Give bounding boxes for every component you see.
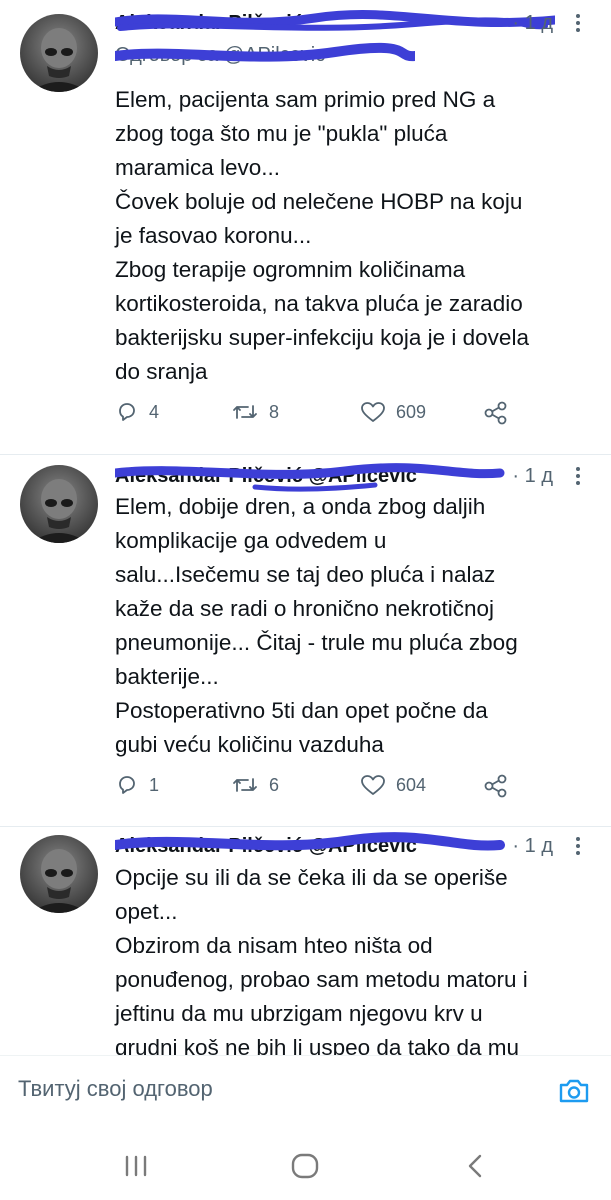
tweet-text-line: grudni koš ne bih li uspeo da tako da mu (115, 1035, 520, 1055)
like-count: 609 (396, 401, 427, 422)
retweet-button[interactable]: 6 (231, 773, 279, 797)
heart-icon (361, 402, 385, 422)
tweet-text-line: kaže da se radi o hronično nekrotičnoj (115, 596, 494, 621)
tweet-actions: 1 6 604 (115, 773, 515, 803)
retweet-button[interactable]: 8 (231, 400, 279, 424)
tweet-text-line: bakterijsku super-infekciju koja je i do… (115, 325, 529, 350)
tweet-text-line: Obzirom da nisam hteo ništa od (115, 933, 433, 958)
tweet-time: · 1 д (512, 12, 553, 34)
system-navigation-bar (0, 1131, 611, 1200)
tweet-text-line: jeftinu da mu ubrzigam njegovu krv u (115, 1001, 483, 1026)
back-icon[interactable] (458, 1151, 494, 1181)
reply-input[interactable]: Твитуј свој одговор (18, 1076, 213, 1102)
tweet-text-line: kortikosteroida, na takva pluća je zarad… (115, 291, 523, 316)
tweet-text-line: gubi veću količinu vazduha (115, 732, 384, 757)
tweet-text-line: Zbog terapije ogromnim količinama (115, 257, 466, 282)
replying-to: Одговор за @APilcevic (115, 42, 415, 67)
tweet-text: Opcije su ili da se čeka ili da se operi… (115, 861, 589, 1055)
share-icon (484, 774, 507, 798)
like-count: 604 (396, 774, 427, 795)
redaction-scribble (115, 42, 415, 62)
redaction-scribble (115, 10, 555, 31)
tweet-text-line: Opcije su ili da se čeka ili da se operi… (115, 865, 508, 890)
tweet-text-line: maramica levo... (115, 155, 281, 180)
retweet-count: 6 (269, 774, 280, 795)
tweet-header: Aleksandar Pilčević @APilcevic · 1 д (115, 831, 591, 861)
redaction-scribble (115, 832, 505, 851)
tweet-text-line: ponuđenog, probao sam metodu matoru i (115, 967, 528, 992)
tweet-time: · 1 д (512, 835, 553, 857)
reply-button[interactable]: 1 (115, 773, 159, 797)
reply-count: 1 (149, 774, 160, 795)
share-button[interactable] (483, 773, 509, 799)
camera-icon[interactable] (557, 1074, 591, 1113)
tweet-actions: 4 8 609 (115, 400, 515, 430)
tweet-text-line: Čovek boluje od nelečene HOBP na koju (115, 189, 523, 214)
tweet[interactable]: Aleksandar Pilčević @APilcevic · 1 д Ele… (0, 455, 611, 827)
tweet-text-line: opet... (115, 899, 178, 924)
like-button[interactable]: 609 (360, 400, 426, 424)
tweet-time: · 1 д (512, 465, 553, 487)
share-icon (484, 401, 507, 425)
retweet-icon (233, 778, 257, 792)
tweet-text-line: komplikacije ga odvedem u (115, 528, 387, 553)
recents-icon[interactable] (118, 1151, 154, 1181)
more-options-icon[interactable] (565, 835, 591, 857)
heart-icon (361, 775, 385, 795)
tweet-text-line: Elem, pacijenta sam primio pred NG a (115, 87, 496, 112)
home-icon[interactable] (287, 1151, 323, 1181)
share-button[interactable] (483, 400, 509, 426)
tweet-thread: Aleksandar Pilčević · 1 д Одговор за @AP… (0, 0, 611, 1055)
more-options-icon[interactable] (565, 12, 591, 34)
retweet-count: 8 (269, 401, 280, 422)
tweet-text-line: salu...Isečemu se taj deo pluća i nalaz (115, 562, 496, 587)
tweet-text-line: pneumonije... Čitaj - trule mu pluća zbo… (115, 630, 518, 655)
tweet[interactable]: Aleksandar Pilčević · 1 д Одговор за @AP… (0, 0, 611, 455)
more-options-icon[interactable] (565, 465, 591, 487)
avatar[interactable] (20, 465, 98, 543)
tweet-text: Elem, dobije dren, a onda zbog daljih ko… (115, 490, 589, 762)
reply-composer[interactable]: Твитуј свој одговор (0, 1055, 611, 1131)
tweet-header: Aleksandar Pilčević · 1 д (115, 8, 591, 38)
retweet-icon (233, 405, 257, 419)
reply-icon (119, 403, 135, 421)
tweet[interactable]: Aleksandar Pilčević @APilcevic · 1 д Opc… (0, 827, 611, 1055)
reply-icon (119, 776, 135, 794)
avatar[interactable] (20, 14, 98, 92)
avatar[interactable] (20, 835, 98, 913)
tweet-text-line: je fasovao koronu... (115, 223, 312, 248)
like-button[interactable]: 604 (360, 773, 426, 797)
tweet-text-line: zbog toga što mu je "pukla" pluća (115, 121, 448, 146)
tweet-text-line: Postoperativno 5ti dan opet počne da (115, 698, 488, 723)
reply-button[interactable]: 4 (115, 400, 159, 424)
tweet-header: Aleksandar Pilčević @APilcevic · 1 д (115, 461, 591, 492)
reply-count: 4 (149, 401, 160, 422)
tweet-text-line: do sranja (115, 359, 208, 384)
tweet-text-line: bakterije... (115, 664, 219, 689)
tweet-text-line: Elem, dobije dren, a onda zbog daljih (115, 494, 486, 519)
tweet-text: Elem, pacijenta sam primio pred NG a zbo… (115, 83, 589, 389)
